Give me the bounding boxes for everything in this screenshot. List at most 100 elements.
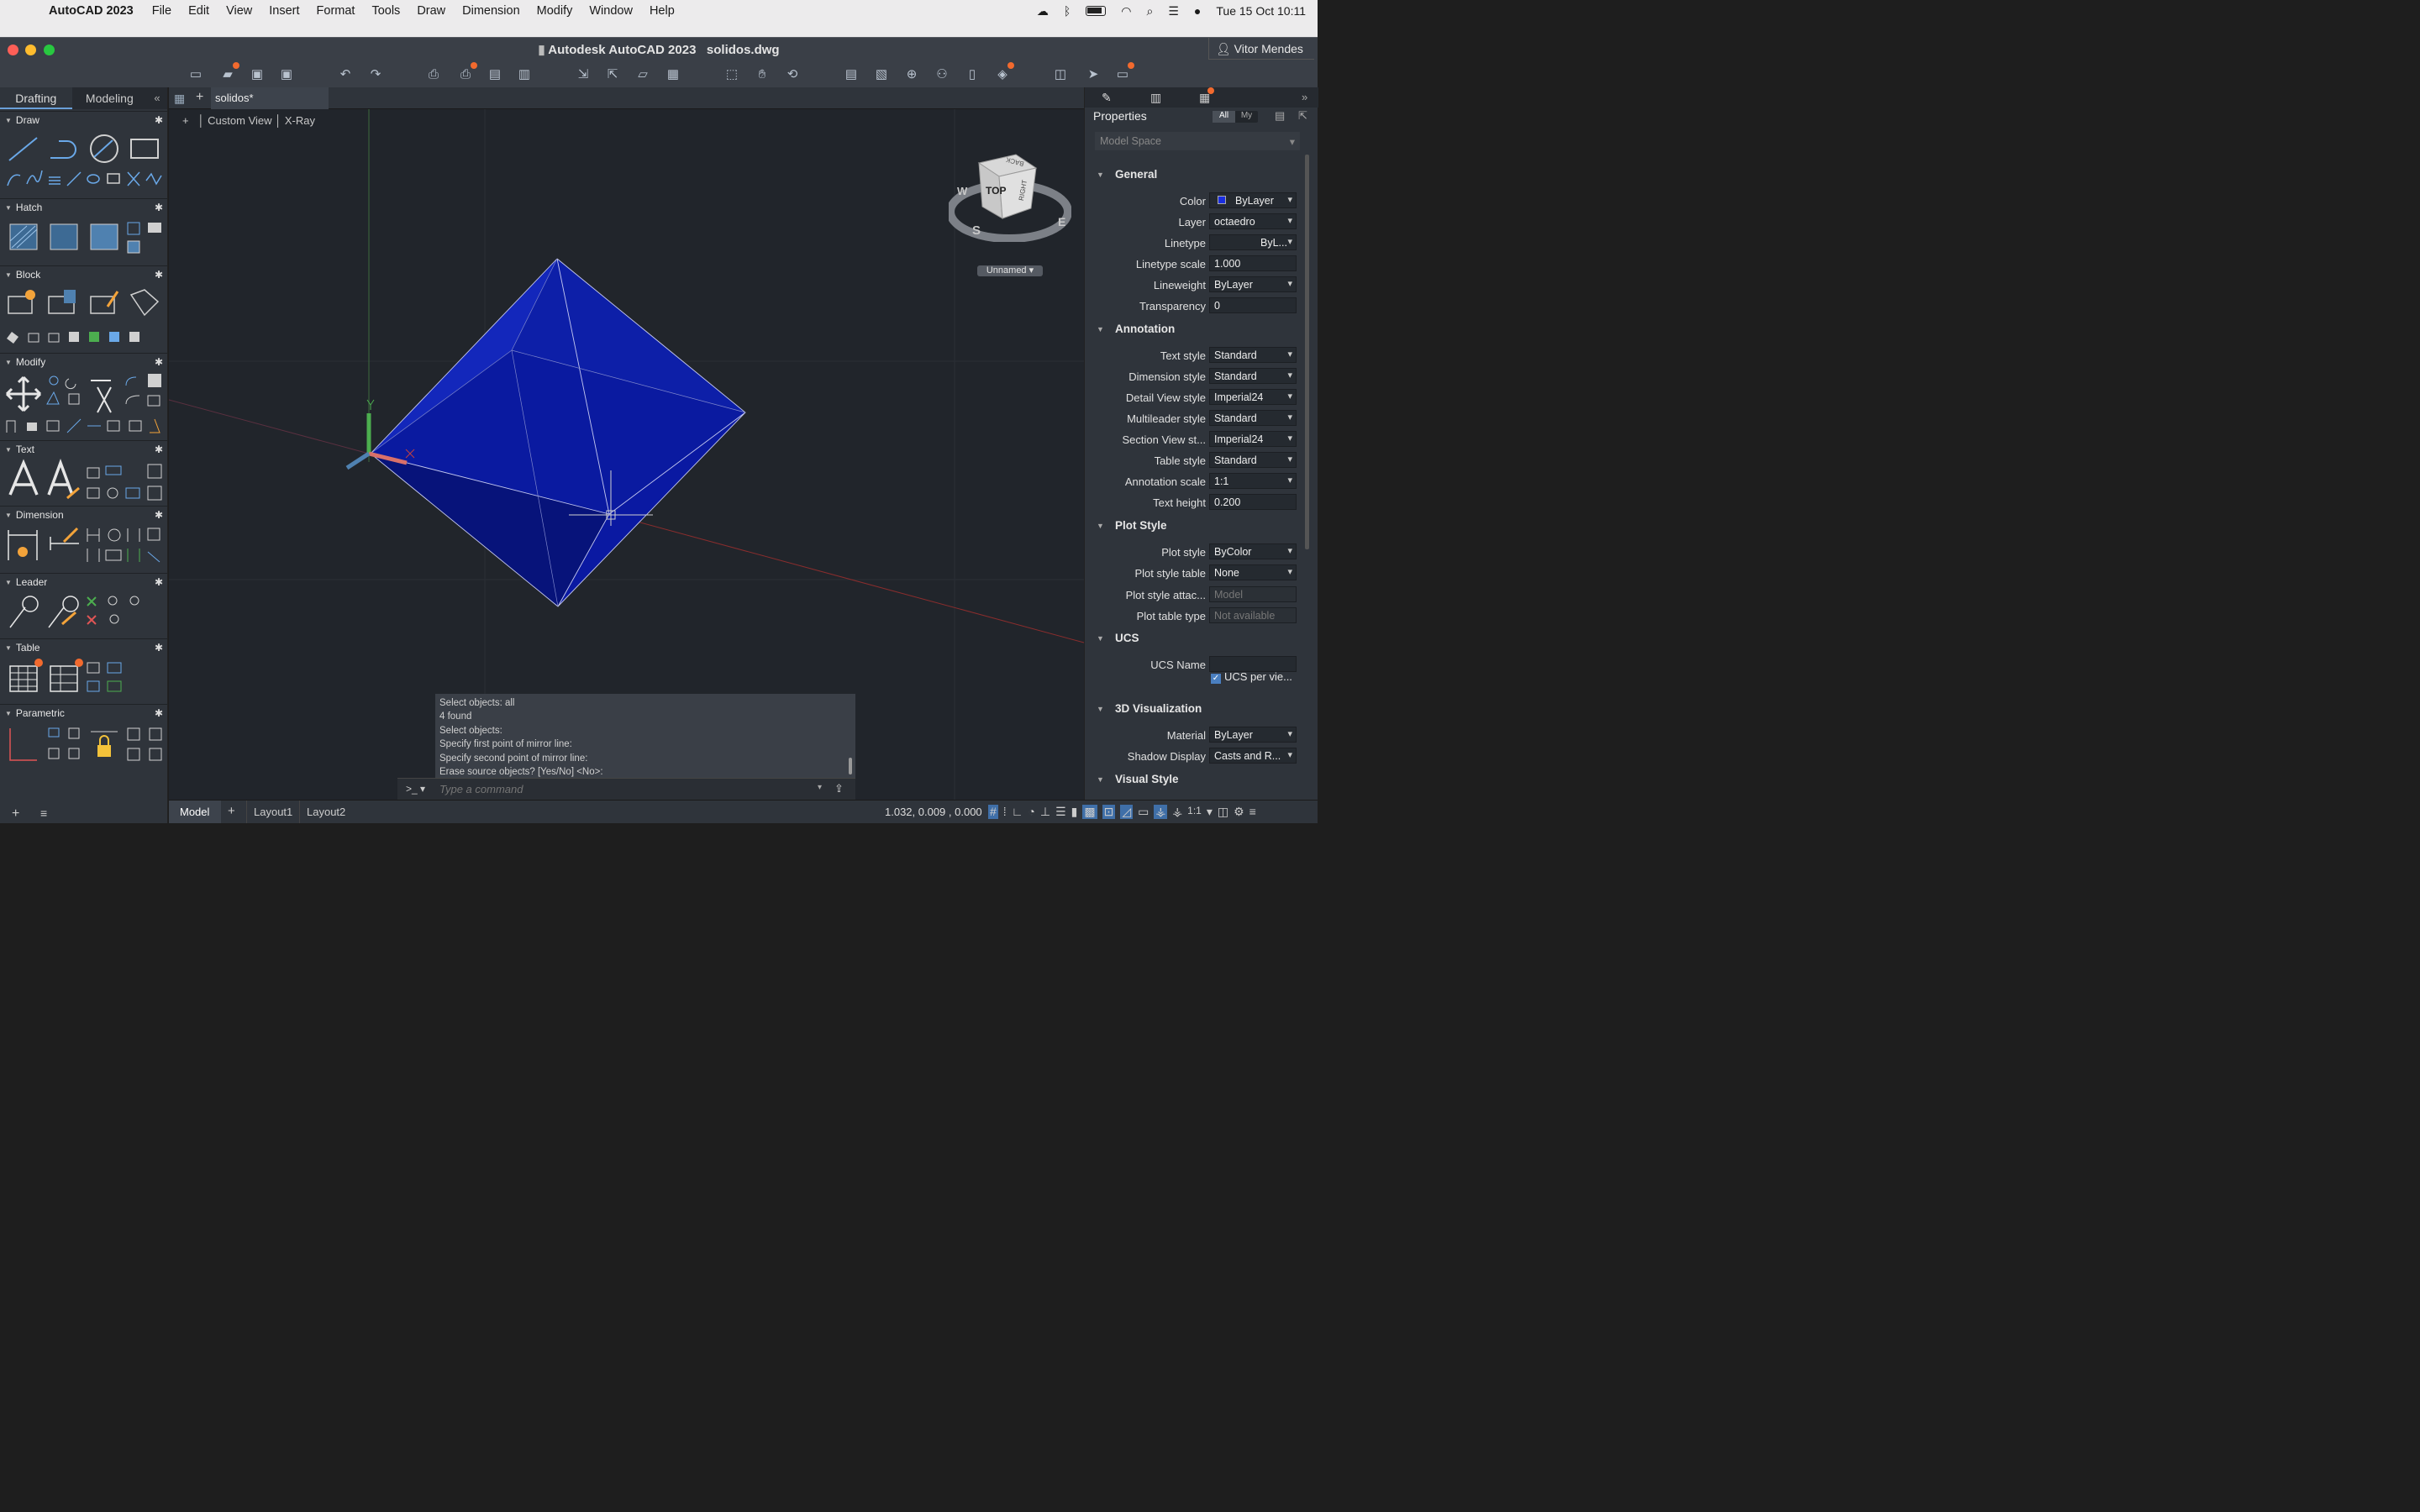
- property-value[interactable]: Casts and R...: [1209, 748, 1297, 764]
- select-objects-icon[interactable]: ⇱: [1298, 109, 1307, 123]
- control-center-icon[interactable]: ☰: [1168, 4, 1179, 18]
- property-value[interactable]: Standard: [1209, 410, 1297, 426]
- annotation-scale-icon[interactable]: ⚶: [1172, 805, 1182, 819]
- property-value[interactable]: 0: [1209, 297, 1297, 313]
- autodesk-app-icon[interactable]: ▭: [1113, 62, 1134, 83]
- user-account-button[interactable]: 👤︎ Vitor Mendes: [1208, 38, 1314, 60]
- snap-icon[interactable]: ⁞: [1003, 805, 1007, 819]
- send-icon[interactable]: ➤: [1084, 65, 1102, 83]
- menu-view[interactable]: View: [218, 4, 260, 18]
- quick-select-icon[interactable]: ▤: [1275, 109, 1285, 123]
- compass-south[interactable]: S: [972, 223, 981, 238]
- chevron-down-icon[interactable]: ▼: [1097, 325, 1104, 333]
- section-general[interactable]: ▼ General: [1085, 168, 1303, 186]
- filter-my[interactable]: My: [1235, 111, 1258, 123]
- viewcube[interactable]: TOP RIGHT BACK W S E: [946, 151, 1072, 243]
- section-title[interactable]: Modify: [16, 356, 45, 368]
- section-ucs[interactable]: ▼ UCS: [1085, 632, 1303, 650]
- menu-insert[interactable]: Insert: [260, 4, 308, 18]
- property-value[interactable]: Model: [1209, 586, 1297, 602]
- section-title[interactable]: Text: [16, 444, 34, 455]
- orbit-icon[interactable]: ⟲: [783, 65, 802, 83]
- add-layout-icon[interactable]: +: [228, 804, 235, 818]
- new-file-icon[interactable]: ▭: [187, 65, 205, 83]
- polar-icon[interactable]: ◔: [1028, 805, 1034, 819]
- collapse-panel-icon[interactable]: «: [147, 87, 167, 109]
- section-title[interactable]: Hatch: [16, 202, 42, 213]
- compass-west[interactable]: W: [957, 185, 967, 197]
- property-value[interactable]: ByL...: [1209, 234, 1297, 250]
- property-value[interactable]: Standard: [1209, 452, 1297, 468]
- section-title[interactable]: Table: [16, 642, 40, 654]
- table-tools[interactable]: [0, 656, 168, 700]
- batch-plot-icon[interactable]: ⎙: [456, 62, 477, 83]
- osnap-icon[interactable]: ⊡: [1102, 805, 1116, 819]
- chevron-down-icon[interactable]: ▼: [1097, 705, 1104, 713]
- properties-tool-icon[interactable]: ▤: [842, 65, 860, 83]
- draw-tools[interactable]: [0, 129, 168, 192]
- workspace-icon[interactable]: ▾: [1207, 805, 1213, 819]
- menu-icon[interactable]: ≡: [1249, 805, 1256, 819]
- gear-icon[interactable]: ✱: [155, 114, 163, 126]
- viewcube-top-face[interactable]: TOP: [986, 185, 1006, 197]
- octahedron[interactable]: [370, 258, 746, 607]
- wifi-icon[interactable]: ◠: [1121, 4, 1131, 18]
- publish-web-icon[interactable]: ▦: [664, 65, 682, 83]
- clock[interactable]: Tue 15 Oct 10:11: [1216, 4, 1306, 18]
- transparency-icon[interactable]: ▮: [1071, 805, 1078, 819]
- siri-icon[interactable]: ●: [1194, 4, 1201, 18]
- chevron-down-icon[interactable]: ▼: [1097, 171, 1104, 179]
- history-scrollbar[interactable]: [849, 758, 852, 774]
- gear-icon[interactable]: ✱: [155, 444, 163, 455]
- tab-modeling[interactable]: Modeling: [72, 87, 148, 109]
- ucs-per-viewport-checkbox[interactable]: ✓ UCS per vie...: [1211, 670, 1292, 684]
- modify-tools[interactable]: [0, 370, 168, 438]
- property-value[interactable]: ByLayer: [1209, 276, 1297, 292]
- text-tools[interactable]: [0, 458, 168, 501]
- open-folder-icon[interactable]: ▰: [218, 62, 239, 83]
- creative-cloud-icon[interactable]: ☁: [1037, 4, 1049, 18]
- gear-icon[interactable]: ✱: [155, 202, 163, 213]
- menu-modify[interactable]: Modify: [529, 4, 581, 18]
- gear-icon[interactable]: ✱: [155, 576, 163, 588]
- gear-icon[interactable]: ✱: [155, 707, 163, 719]
- ortho-icon[interactable]: ∟: [1012, 805, 1023, 819]
- undo-icon[interactable]: ↶: [336, 65, 355, 83]
- menu-dimension[interactable]: Dimension: [454, 4, 529, 18]
- publish-icon[interactable]: ▥: [515, 65, 534, 83]
- list-icon[interactable]: ≡: [40, 806, 47, 820]
- menu-format[interactable]: Format: [308, 4, 364, 18]
- spotlight-icon[interactable]: ⌕: [1147, 4, 1154, 18]
- battery-icon[interactable]: [1086, 6, 1107, 16]
- ucs-dropdown[interactable]: Unnamed ▾: [977, 265, 1043, 276]
- block-tools[interactable]: [0, 283, 168, 347]
- filter-all[interactable]: All: [1213, 111, 1235, 123]
- compare-icon[interactable]: ◫: [1051, 65, 1070, 83]
- section-annotation[interactable]: ▼ Annotation: [1085, 323, 1303, 341]
- leader-tools[interactable]: [0, 591, 168, 634]
- export-icon[interactable]: ⇱: [603, 65, 622, 83]
- share-icon[interactable]: ▱: [634, 65, 652, 83]
- property-value[interactable]: 1.000: [1209, 255, 1297, 271]
- selection-cycling-icon[interactable]: ▭: [1138, 805, 1149, 819]
- new-tab-icon[interactable]: +: [196, 90, 203, 105]
- lineweight-icon[interactable]: ☰: [1055, 805, 1066, 819]
- chevron-down-icon[interactable]: ▾: [818, 783, 822, 792]
- start-tab-icon[interactable]: ▦: [174, 92, 185, 106]
- tab-drafting[interactable]: Drafting: [0, 87, 72, 109]
- section-visual[interactable]: ▼ Visual Style: [1085, 773, 1303, 791]
- section-plot[interactable]: ▼ Plot Style: [1085, 519, 1303, 538]
- property-value[interactable]: Standard: [1209, 347, 1297, 363]
- layers-tab-icon[interactable]: ▥: [1150, 91, 1161, 105]
- menu-tools[interactable]: Tools: [363, 4, 408, 18]
- expand-panel-icon[interactable]: »: [1302, 91, 1307, 103]
- tab-solidos[interactable]: solidos*: [211, 87, 329, 109]
- add-selected-icon[interactable]: ⊕: [902, 65, 921, 83]
- app-menu[interactable]: AutoCAD 2023: [49, 4, 144, 18]
- coordinates[interactable]: 1.032, 0.009 , 0.000: [885, 806, 982, 818]
- pan-icon[interactable]: ✋︎: [753, 65, 771, 83]
- zoom-window-icon[interactable]: ⬚: [723, 65, 741, 83]
- share-command-icon[interactable]: ⇪: [834, 782, 844, 795]
- menu-help[interactable]: Help: [641, 4, 683, 18]
- menu-file[interactable]: File: [144, 4, 180, 18]
